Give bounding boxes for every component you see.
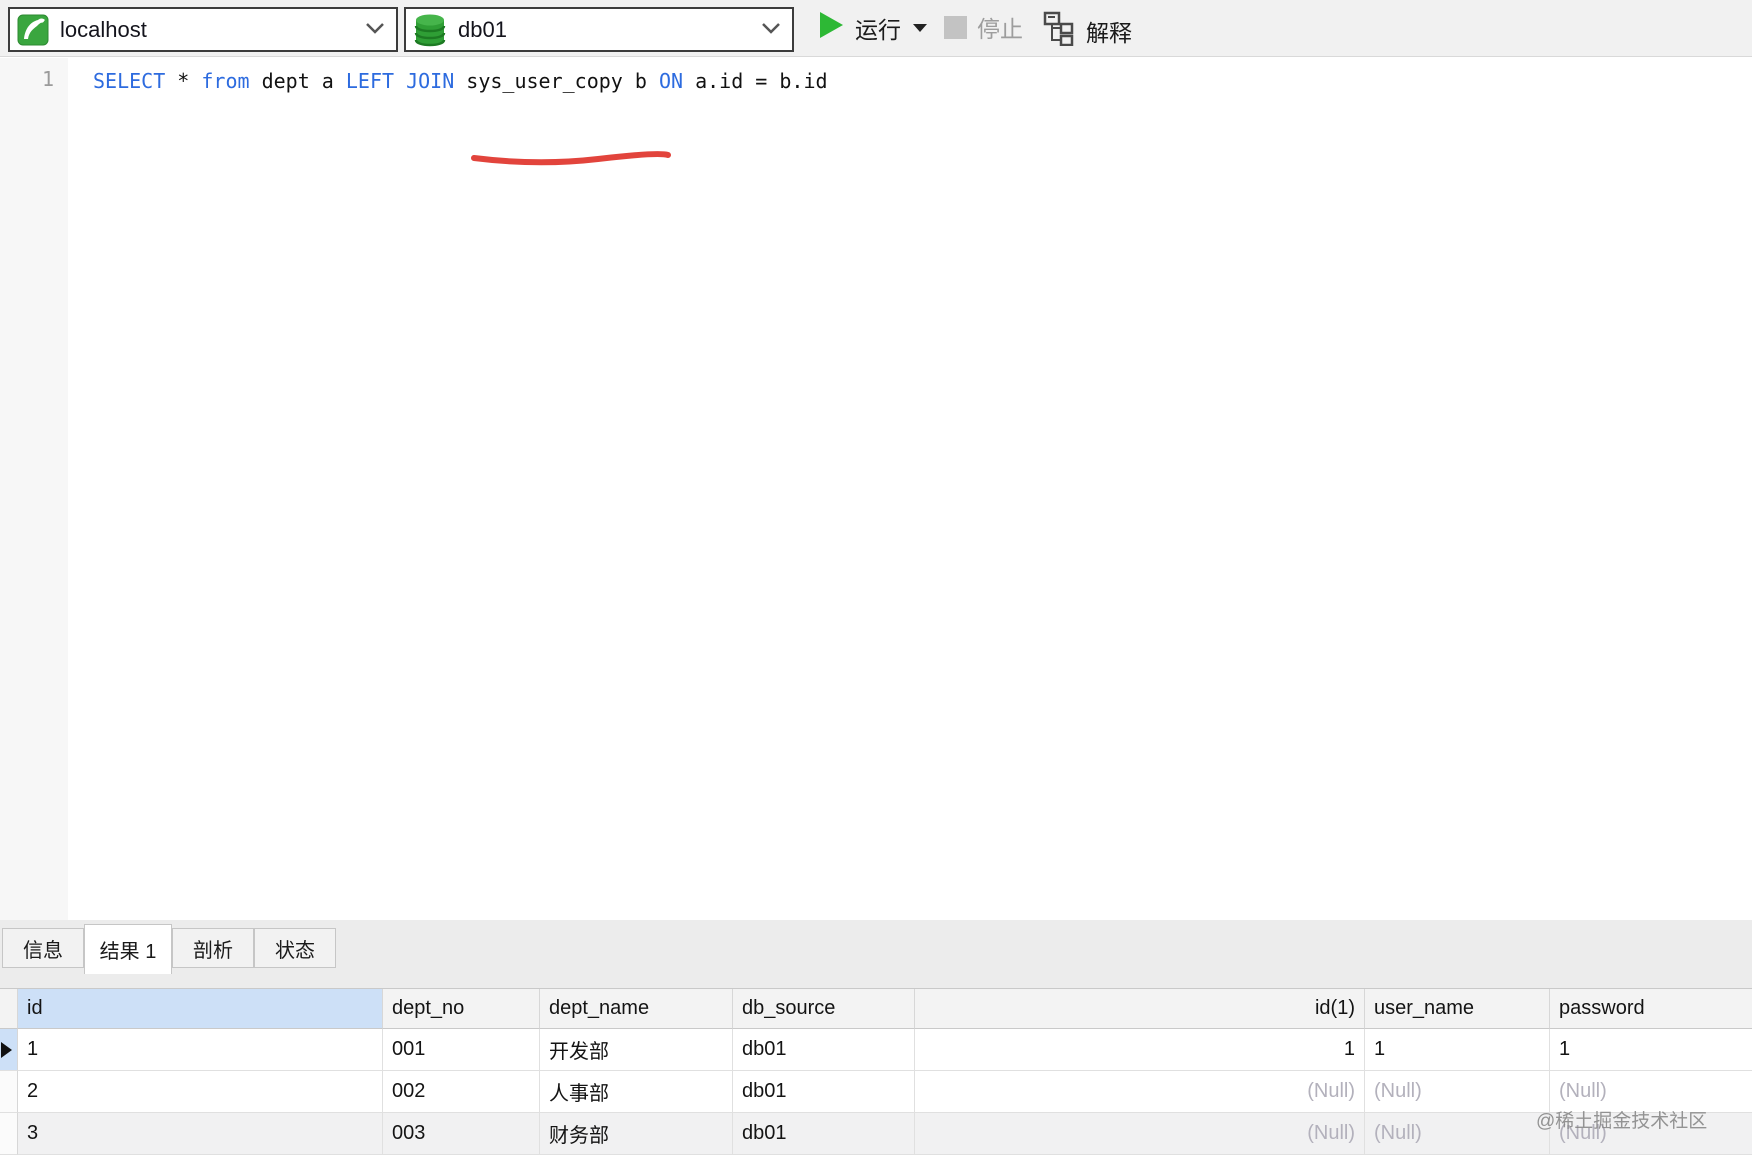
cell-dept-name[interactable]: 财务部 [540, 1113, 733, 1155]
cell-password[interactable]: 1 [1550, 1029, 1752, 1071]
cell-id[interactable]: 1 [18, 1029, 383, 1071]
cell-id-1-[interactable]: (Null) [915, 1071, 1365, 1113]
stop-button[interactable]: 停止 [944, 10, 1023, 44]
table-row: 1 001 开发部 db01 1 1 1 [0, 1029, 1752, 1071]
column-header-db-source[interactable]: db_source [733, 989, 915, 1029]
row-selector[interactable] [0, 1029, 18, 1071]
connection-value: localhost [60, 16, 147, 42]
cell-dept-no[interactable]: 001 [383, 1029, 540, 1071]
cell-db-source[interactable]: db01 [733, 1113, 915, 1155]
column-header-password[interactable]: password [1550, 989, 1752, 1029]
chevron-down-icon [760, 21, 782, 40]
tab-profile[interactable]: 剖析 [172, 928, 254, 968]
table-row: 3 003 财务部 db01 (Null) (Null) (Null) [0, 1113, 1752, 1155]
explain-plan-icon [1042, 10, 1076, 51]
sql-keyword: from [201, 69, 250, 93]
cell-user-name[interactable]: 1 [1365, 1029, 1550, 1071]
sql-text: dept a [249, 69, 346, 93]
sql-line-tokens: SELECT * from dept a LEFT JOIN sys_user_… [93, 66, 828, 96]
explain-label: 解释 [1086, 19, 1132, 46]
tab-info[interactable]: 信息 [2, 928, 84, 968]
result-grid: id dept_no dept_name db_source id(1) user_nam… [0, 988, 1752, 1160]
tab-label: 结果 1 [99, 941, 157, 963]
cell-db-source[interactable]: db01 [733, 1029, 915, 1071]
chevron-down-icon [364, 21, 386, 40]
run-button[interactable]: 运行 [817, 10, 927, 45]
current-row-arrow-icon [1, 1041, 12, 1058]
column-header-dept-name[interactable]: dept_name [540, 989, 733, 1029]
cell-user-name[interactable]: (Null) [1365, 1113, 1550, 1155]
cell-db-source[interactable]: db01 [733, 1071, 915, 1113]
result-tabbar: 信息 结果 1 剖析 状态 [0, 924, 1752, 988]
sql-keyword: SELECT [93, 69, 166, 93]
cell-dept-no[interactable]: 003 [383, 1113, 540, 1155]
row-selector[interactable] [0, 1113, 18, 1155]
cell-dept-no[interactable]: 002 [383, 1071, 540, 1113]
red-marker-underline-annotation [468, 146, 678, 175]
database-select[interactable]: db01 [404, 7, 794, 52]
cell-id[interactable]: 3 [18, 1113, 383, 1155]
cell-id-1-[interactable]: (Null) [915, 1113, 1365, 1155]
cell-id[interactable]: 2 [18, 1071, 383, 1113]
database-value: db01 [458, 16, 507, 42]
toolbar: localhost db01 运行 停止 解释 [0, 0, 1752, 57]
mysql-dolphin-icon [17, 13, 49, 47]
navicat-query-window: { "toolbar": { "connection_value": "loca… [0, 0, 1752, 1160]
line-number-gutter: 1 [0, 58, 68, 920]
connection-select[interactable]: localhost [8, 7, 398, 52]
cell-dept-name[interactable]: 人事部 [540, 1071, 733, 1113]
tab-result1[interactable]: 结果 1 [84, 924, 172, 974]
cell-user-name[interactable]: (Null) [1365, 1071, 1550, 1113]
sql-keyword: LEFT JOIN [345, 69, 455, 93]
sql-editor[interactable]: 1 SELECT * from dept a LEFT JOIN sys_use… [0, 58, 1752, 920]
tab-label: 状态 [275, 939, 315, 962]
grid-body: 1 001 开发部 db01 1 1 1 2 002 人事部 db01 (Null) (Null) (Nu… [0, 1029, 1752, 1155]
grid-corner-cell[interactable] [0, 989, 18, 1029]
sql-keyword: ON [658, 69, 684, 93]
column-header-user-name[interactable]: user_name [1365, 989, 1550, 1029]
sql-text: b [622, 69, 659, 93]
cell-id-1-[interactable]: 1 [915, 1029, 1365, 1071]
play-icon [817, 10, 845, 45]
sql-text: * [165, 69, 202, 93]
cell-dept-name[interactable]: 开发部 [540, 1029, 733, 1071]
column-header-id[interactable]: id [18, 989, 383, 1029]
column-header-dept-no[interactable]: dept_no [383, 989, 540, 1029]
pane-splitter[interactable] [0, 920, 1752, 928]
grid-header-row: id dept_no dept_name db_source id(1) user_nam… [0, 989, 1752, 1029]
tab-label: 剖析 [193, 939, 233, 962]
database-icon [413, 12, 447, 48]
stop-label: 停止 [977, 16, 1023, 42]
tab-label: 信息 [23, 939, 63, 962]
column-header-id-1-[interactable]: id(1) [915, 989, 1365, 1029]
stop-icon [944, 15, 967, 39]
run-label: 运行 [855, 16, 901, 43]
table-row: 2 002 人事部 db01 (Null) (Null) (Null) [0, 1071, 1752, 1113]
tab-status[interactable]: 状态 [254, 928, 336, 968]
explain-button[interactable]: 解释 [1042, 10, 1132, 51]
sql-text: a.id = b.id [683, 69, 828, 93]
sql-marked-identifier: sys_user_copy [466, 69, 623, 93]
run-options-caret-icon[interactable] [913, 23, 927, 32]
row-selector[interactable] [0, 1071, 18, 1113]
line-number: 1 [41, 67, 54, 91]
watermark-text: @稀土掘金技术社区 [1536, 1111, 1708, 1132]
